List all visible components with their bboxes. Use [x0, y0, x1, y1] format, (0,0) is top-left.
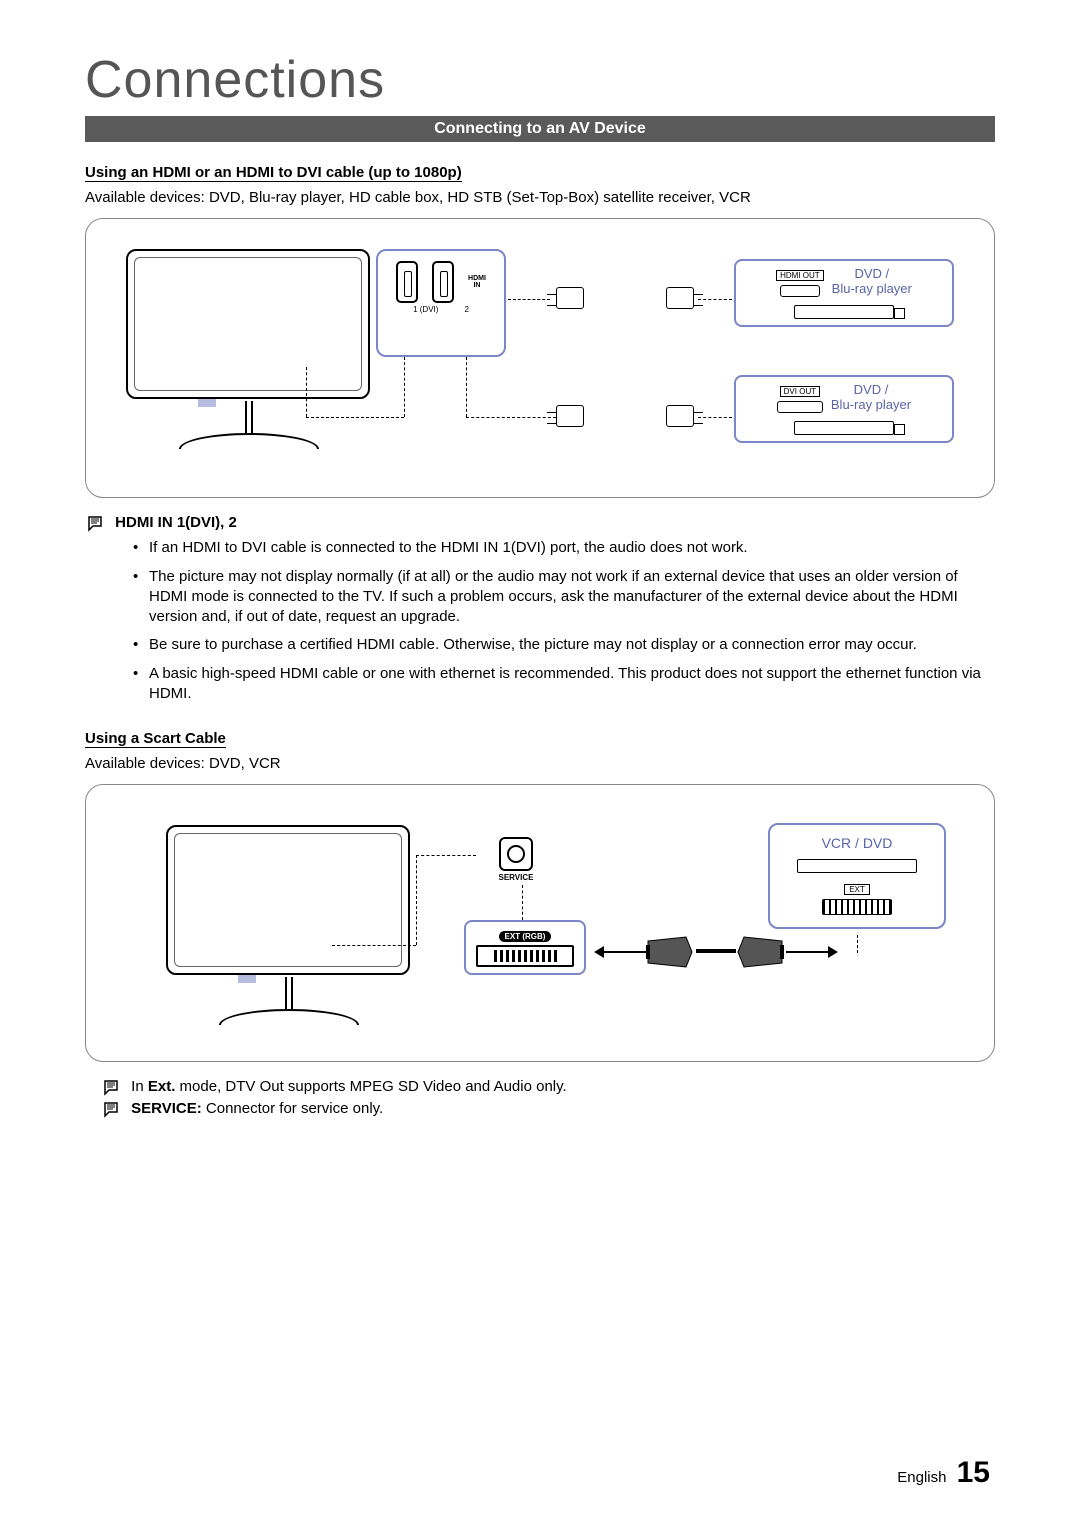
hdmi-cable-icon	[556, 287, 694, 309]
diagram-line	[404, 357, 405, 417]
scart-plug-icon	[736, 935, 784, 969]
section-heading-bar: Connecting to an AV Device	[85, 116, 995, 142]
diagram-line	[698, 417, 732, 418]
note-icon	[103, 1100, 123, 1118]
hdmi-subheading: Using an HDMI or an HDMI to DVI cable (u…	[85, 164, 462, 182]
diagram-line	[332, 945, 416, 946]
diagram-line	[306, 367, 307, 417]
scart-port-icon	[476, 945, 574, 967]
note-icon	[103, 1078, 123, 1096]
hdmi-note-item: The picture may not display normally (if…	[133, 567, 995, 628]
hdmi-note-item: Be sure to purchase a certified HDMI cab…	[133, 635, 995, 655]
diagram-line	[508, 299, 550, 300]
hdmi-connection-diagram: HDMI IN 1 (DVI) 2 HDM	[85, 218, 995, 498]
diagram-line	[466, 357, 467, 417]
dvi-out-port-icon	[777, 401, 823, 413]
diagram-line	[857, 935, 858, 953]
hdmi-port-1-label: 1 (DVI)	[413, 305, 438, 314]
footer-page-number: 15	[957, 1456, 990, 1489]
hdmi-notes-heading: HDMI IN 1(DVI), 2	[87, 514, 995, 532]
scart-note2-post: Connector for service only.	[202, 1100, 383, 1117]
hdmi-in-1-port-icon	[396, 261, 418, 303]
hdmi-note-item: A basic high-speed HDMI cable or one wit…	[133, 664, 995, 705]
hdmi-available-devices: Available devices: DVD, Blu-ray player, …	[85, 188, 995, 208]
device1-name-line1: DVD /	[832, 267, 912, 282]
scart-note1-pre: In	[131, 1078, 148, 1095]
device1-port-label: HDMI OUT	[776, 270, 824, 281]
hdmi-notes-title: HDMI IN 1(DVI), 2	[115, 514, 237, 531]
hdmi-label-bottom: IN	[468, 282, 486, 289]
device-hdmi-out: HDMI OUT DVD / Blu-ray player	[734, 259, 954, 327]
diagram-line	[416, 855, 417, 945]
device2-port-label: DVI OUT	[780, 386, 820, 397]
device2-name-line1: DVD /	[831, 383, 911, 398]
scart-note-1: In Ext. mode, DTV Out supports MPEG SD V…	[103, 1078, 995, 1096]
scart-note-2: SERVICE: Connector for service only.	[103, 1100, 995, 1118]
hdmi-port-2-label: 2	[464, 305, 468, 314]
hdmi-in-2-port-icon	[432, 261, 454, 303]
diagram-line	[698, 299, 732, 300]
scart-subheading: Using a Scart Cable	[85, 730, 226, 748]
diagram-line	[466, 417, 556, 418]
hdmi-note-item: If an HDMI to DVI cable is connected to …	[133, 538, 995, 558]
tv-illustration	[166, 825, 411, 1005]
scart-plug-icon	[646, 935, 694, 969]
vcr-dvd-device: VCR / DVD EXT	[768, 823, 946, 929]
vcr-scart-port-icon	[822, 899, 892, 915]
footer-language: English	[897, 1469, 946, 1486]
arrow-icon	[786, 951, 834, 953]
diagram-line	[306, 417, 404, 418]
hdmi-out-port-icon	[780, 285, 820, 297]
hdmi-notes-list: If an HDMI to DVI cable is connected to …	[133, 538, 995, 704]
vcr-dvd-label: VCR / DVD	[782, 835, 932, 851]
vcr-ext-label: EXT	[844, 884, 870, 895]
cable-wire	[696, 949, 736, 953]
hdmi-in-port-panel: HDMI IN 1 (DVI) 2	[376, 249, 506, 357]
scart-note1-post: mode, DTV Out supports MPEG SD Video and…	[175, 1078, 566, 1095]
service-label: SERVICE	[476, 873, 556, 882]
scart-connection-diagram: SERVICE EXT (RGB) VCR / DVD EXT	[85, 784, 995, 1062]
ext-rgb-label: EXT (RGB)	[499, 931, 552, 942]
hdmi-dvi-cable-icon	[556, 405, 694, 427]
diagram-line	[522, 885, 523, 920]
service-port-panel: SERVICE	[476, 837, 556, 882]
page-title: Connections	[85, 50, 995, 110]
ext-rgb-port-panel: EXT (RGB)	[464, 920, 586, 975]
device1-name-line2: Blu-ray player	[832, 282, 912, 297]
page-footer: English 15	[897, 1456, 990, 1490]
scart-available-devices: Available devices: DVD, VCR	[85, 754, 995, 774]
hdmi-label-top: HDMI	[468, 275, 486, 282]
diagram-line	[416, 855, 476, 856]
device-tray-icon	[794, 421, 894, 435]
scart-note1-bold: Ext.	[148, 1078, 176, 1095]
arrow-icon	[598, 951, 646, 953]
note-icon	[87, 514, 107, 532]
service-jack-icon	[499, 837, 533, 871]
device2-name-line2: Blu-ray player	[831, 398, 911, 413]
device-tray-icon	[797, 859, 917, 873]
tv-illustration	[126, 249, 371, 429]
device-tray-icon	[794, 305, 894, 319]
scart-note2-bold: SERVICE:	[131, 1100, 202, 1117]
device-dvi-out: DVI OUT DVD / Blu-ray player	[734, 375, 954, 443]
